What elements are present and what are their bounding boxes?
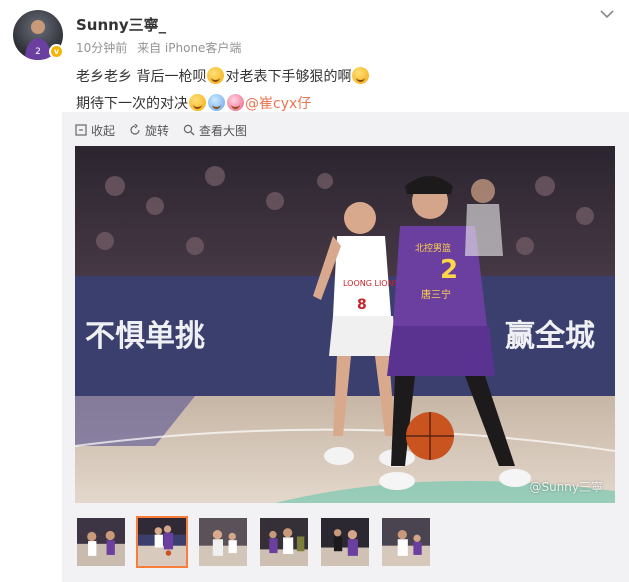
media-toolbar: 收起 旋转 查看大图 — [75, 121, 247, 139]
post-text-segment: 老乡老乡 背后一枪呗 — [76, 69, 207, 85]
collect-label: 收起 — [91, 123, 116, 138]
thumbnail-2[interactable] — [136, 516, 188, 568]
post-meta: 10分钟前 来自 iPhone客户端 — [76, 39, 241, 56]
sweat-emoji-icon — [208, 94, 225, 111]
post-text: 老乡老乡 背后一枪呗 对老表下手够狠的啊 期待下一次的对决 @崔cyx仔 — [76, 64, 616, 118]
thumbnail-3[interactable] — [197, 516, 249, 568]
white-jersey-team: LOONG LIONS — [343, 279, 399, 288]
banner-right-text: 赢全城 — [505, 319, 595, 354]
post-text-segment: 期待下一次的对决 — [76, 96, 188, 112]
view-large-button[interactable]: 查看大图 — [183, 122, 247, 139]
purple-jersey-name: 唐三宁 — [421, 288, 451, 301]
svg-text:2: 2 — [35, 47, 41, 57]
view-large-label: 查看大图 — [199, 123, 248, 138]
thumbnail-1[interactable] — [75, 516, 127, 568]
chevron-down-icon[interactable] — [599, 6, 615, 20]
purple-jersey-team: 北控男篮 — [415, 242, 451, 254]
kiss-emoji-icon — [227, 94, 244, 111]
basketball-photo: 不惧单挑 赢全城 LOONG LIONS 8 北控男篮 2 唐三宁 — [75, 146, 615, 503]
thumbnail-strip — [75, 516, 432, 568]
rotate-label: 旋转 — [145, 123, 170, 138]
post-line-1: 老乡老乡 背后一枪呗 对老表下手够狠的啊 — [76, 64, 616, 91]
collapse-icon — [75, 124, 87, 136]
thumbnail-5[interactable] — [319, 516, 371, 568]
giggle-emoji-icon — [189, 94, 206, 111]
thumbnail-6[interactable] — [380, 516, 432, 568]
post-time[interactable]: 10分钟前 — [76, 41, 127, 55]
rotate-icon — [130, 124, 140, 135]
post-text-segment: 对老表下手够狠的啊 — [225, 69, 352, 85]
rotate-button[interactable]: 旋转 — [129, 122, 169, 139]
mention-link[interactable]: @崔cyx仔 — [245, 96, 311, 112]
author-name[interactable]: Sunny三寧_ — [76, 14, 166, 35]
zoom-icon — [183, 124, 195, 136]
post-source: 来自 iPhone客户端 — [137, 41, 242, 55]
giggle-emoji-icon — [207, 67, 225, 84]
white-jersey-number: 8 — [357, 297, 367, 313]
photo-watermark: @Sunny三寧 — [529, 480, 603, 494]
collect-button[interactable]: 收起 — [75, 122, 115, 139]
purple-jersey-number: 2 — [440, 255, 458, 285]
verified-badge-icon: v — [49, 44, 64, 59]
thumbnail-4[interactable] — [258, 516, 310, 568]
main-photo[interactable]: 不惧单挑 赢全城 LOONG LIONS 8 北控男篮 2 唐三宁 @Sunny… — [75, 146, 615, 503]
banner-left-text: 不惧单挑 — [85, 319, 205, 354]
smirk-emoji-icon — [352, 67, 370, 84]
